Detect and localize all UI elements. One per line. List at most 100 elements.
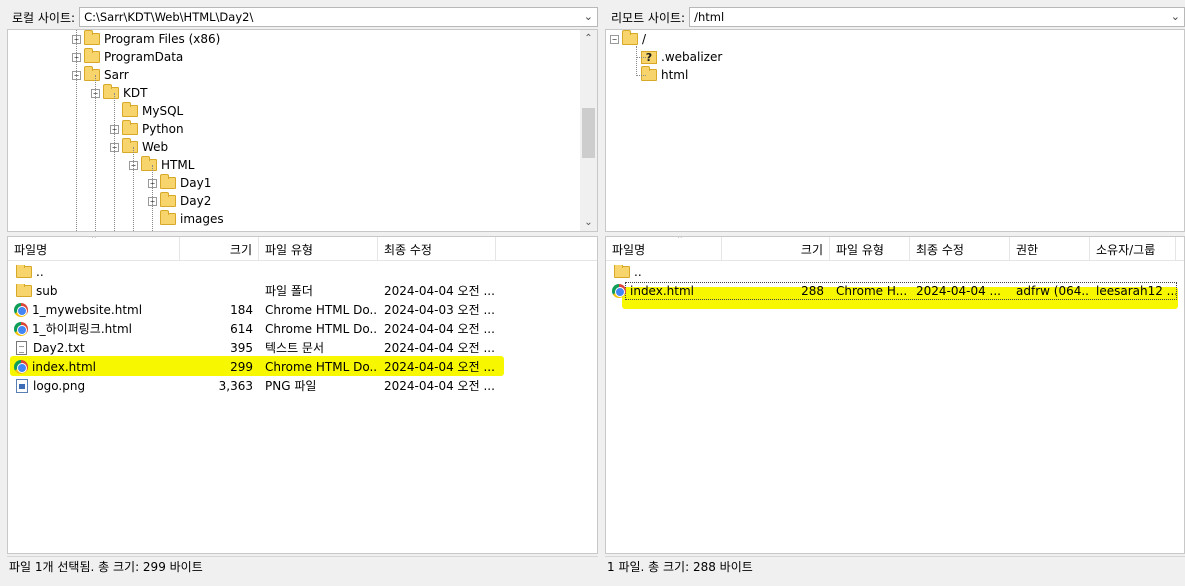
column-type[interactable]: 파일 유형 xyxy=(830,237,910,261)
tree-node[interactable]: + Day1 xyxy=(148,174,211,192)
tree-guide-line xyxy=(152,165,153,231)
tree-node-label: ProgramData xyxy=(104,50,184,64)
local-tree-scrollbar[interactable]: ⌃ ⌄ xyxy=(580,30,597,231)
file-row[interactable]: 1_mywebsite.html 184 Chrome HTML Do... 2024… xyxy=(8,300,496,319)
remote-status-bar: 1 파일. 총 크기: 288 바이트 xyxy=(605,556,1185,576)
column-size[interactable]: 크기 xyxy=(180,237,259,261)
tree-node-label: Day1 xyxy=(180,176,212,190)
file-row[interactable]: .. xyxy=(8,262,496,281)
file-row[interactable]: Day2.txt 395 텍스트 문서 2024-04-04 오전 ... xyxy=(8,338,496,357)
tree-node-label: .webalizer xyxy=(661,50,723,64)
cell-name: 1_하이퍼링크.html xyxy=(8,320,180,337)
text-file-icon xyxy=(16,340,27,355)
cell-modified: 2024-04-04 오전 ... xyxy=(384,322,495,336)
folder-icon xyxy=(141,156,157,171)
folder-icon xyxy=(16,283,32,297)
cell-modified: 2024-04-04 ... xyxy=(916,283,1001,298)
tree-guide-line xyxy=(76,30,77,231)
column-name[interactable]: 파일명 ⌃ xyxy=(606,237,722,261)
folder-icon xyxy=(84,48,100,63)
remote-path-input[interactable]: /html ⌄ xyxy=(689,7,1185,27)
scroll-down-icon[interactable]: ⌄ xyxy=(580,214,597,231)
tree-node[interactable]: + Day2 xyxy=(148,192,211,210)
folder-icon xyxy=(16,264,32,278)
remote-file-list: 파일명 ⌃ 크기 파일 유형 최종 수정 권한 소유자/그룹 .. index.h… xyxy=(605,236,1185,554)
file-name: sub xyxy=(36,283,58,298)
folder-icon xyxy=(84,30,100,45)
file-row[interactable]: logo.png 3,363 PNG 파일 2024-04-04 오전 ... xyxy=(8,376,496,395)
folder-icon xyxy=(160,192,176,207)
local-path-bar: 로컬 사이트: C:\Sarr\KDT\Web\HTML\Day2\ ⌄ xyxy=(6,5,598,29)
tree-node[interactable]: − Sarr xyxy=(72,66,129,84)
chevron-down-icon[interactable]: ⌄ xyxy=(1171,10,1180,23)
local-path-value: C:\Sarr\KDT\Web\HTML\Day2\ xyxy=(84,10,254,24)
cell-size: 395 xyxy=(230,340,253,355)
tree-guide-line xyxy=(636,75,646,76)
tree-node[interactable]: + Python xyxy=(110,120,184,138)
column-modified[interactable]: 최종 수정 xyxy=(378,237,496,261)
remote-path-value: /html xyxy=(694,10,725,24)
cell-modified: 2024-04-04 오전 ... xyxy=(384,379,495,393)
file-name: Day2.txt xyxy=(33,340,85,355)
tree-node[interactable]: − Web xyxy=(110,138,168,156)
file-name: .. xyxy=(36,264,44,279)
file-name: 1_mywebsite.html xyxy=(32,302,143,317)
tree-node[interactable]: − / xyxy=(610,30,646,48)
tree-node[interactable]: MySQL xyxy=(110,102,183,120)
file-name: 1_하이퍼링크.html xyxy=(32,322,132,336)
local-path-input[interactable]: C:\Sarr\KDT\Web\HTML\Day2\ ⌄ xyxy=(79,7,598,27)
cell-name: index.html xyxy=(8,359,180,374)
file-row[interactable]: index.html 299 Chrome HTML Do... 2024-04-04… xyxy=(8,357,496,376)
cell-size: 3,363 xyxy=(218,378,253,393)
cell-modified: 2024-04-03 오전 ... xyxy=(384,303,495,317)
folder-icon xyxy=(122,102,138,117)
folder-icon xyxy=(122,138,138,153)
column-permissions[interactable]: 권한 xyxy=(1010,237,1090,261)
local-list-header: 파일명 ⌃ 크기 파일 유형 최종 수정 xyxy=(8,237,597,261)
tree-node[interactable]: + Program Files (x86) xyxy=(72,30,220,48)
tree-guide-line xyxy=(636,46,637,74)
scroll-thumb[interactable] xyxy=(582,108,595,158)
local-path-label: 로컬 사이트: xyxy=(12,10,76,25)
scroll-up-icon[interactable]: ⌃ xyxy=(580,30,597,47)
folder-icon xyxy=(160,174,176,189)
tree-node[interactable]: images xyxy=(148,210,224,228)
cell-modified: 2024-04-04 오전 ... xyxy=(384,341,495,355)
file-row[interactable]: .. xyxy=(606,262,1176,281)
remote-status-text: 1 파일. 총 크기: 288 바이트 xyxy=(607,560,753,574)
cell-name: index.html xyxy=(606,283,722,298)
chevron-down-icon[interactable]: ⌄ xyxy=(584,10,593,23)
tree-node-label: / xyxy=(642,32,647,46)
tree-guide-line xyxy=(636,57,646,58)
column-type[interactable]: 파일 유형 xyxy=(259,237,378,261)
file-row[interactable]: sub 파일 폴더 2024-04-04 오전 ... xyxy=(8,281,496,300)
cell-type: Chrome HTML Do... xyxy=(265,321,378,336)
file-row[interactable]: index.html 288 Chrome H... 2024-04-04 ... ad… xyxy=(606,281,1176,300)
folder-icon xyxy=(622,30,638,45)
cell-name: Day2.txt xyxy=(8,340,180,355)
column-owner[interactable]: 소유자/그룹 xyxy=(1090,237,1176,261)
column-size[interactable]: 크기 xyxy=(722,237,830,261)
column-name[interactable]: 파일명 ⌃ xyxy=(8,237,180,261)
cell-type: 텍스트 문서 xyxy=(265,341,325,355)
tree-node-label: Python xyxy=(142,122,184,136)
tree-node-label: HTML xyxy=(161,158,195,172)
tree-guide-line xyxy=(133,147,134,231)
cell-size: 288 xyxy=(801,283,824,298)
folder-icon xyxy=(122,120,138,135)
file-name: index.html xyxy=(630,283,694,298)
tree-node-label: Web xyxy=(142,140,169,154)
local-status-bar: 파일 1개 선택됨. 총 크기: 299 바이트 xyxy=(7,556,598,576)
collapse-icon[interactable]: − xyxy=(610,34,619,44)
sort-asc-icon: ⌃ xyxy=(676,236,684,245)
tree-node-label: KDT xyxy=(123,86,148,100)
tree-node[interactable]: − KDT xyxy=(91,84,147,102)
tree-node[interactable]: + ProgramData xyxy=(72,48,183,66)
cell-size: 184 xyxy=(230,302,253,317)
column-modified[interactable]: 최종 수정 xyxy=(910,237,1010,261)
file-row[interactable]: 1_하이퍼링크.html 614 Chrome HTML Do... 2024-04-… xyxy=(8,319,496,338)
chrome-icon xyxy=(612,283,626,298)
file-name: .. xyxy=(634,264,642,279)
cell-name: .. xyxy=(8,264,180,279)
tree-node[interactable]: − HTML xyxy=(129,156,194,174)
